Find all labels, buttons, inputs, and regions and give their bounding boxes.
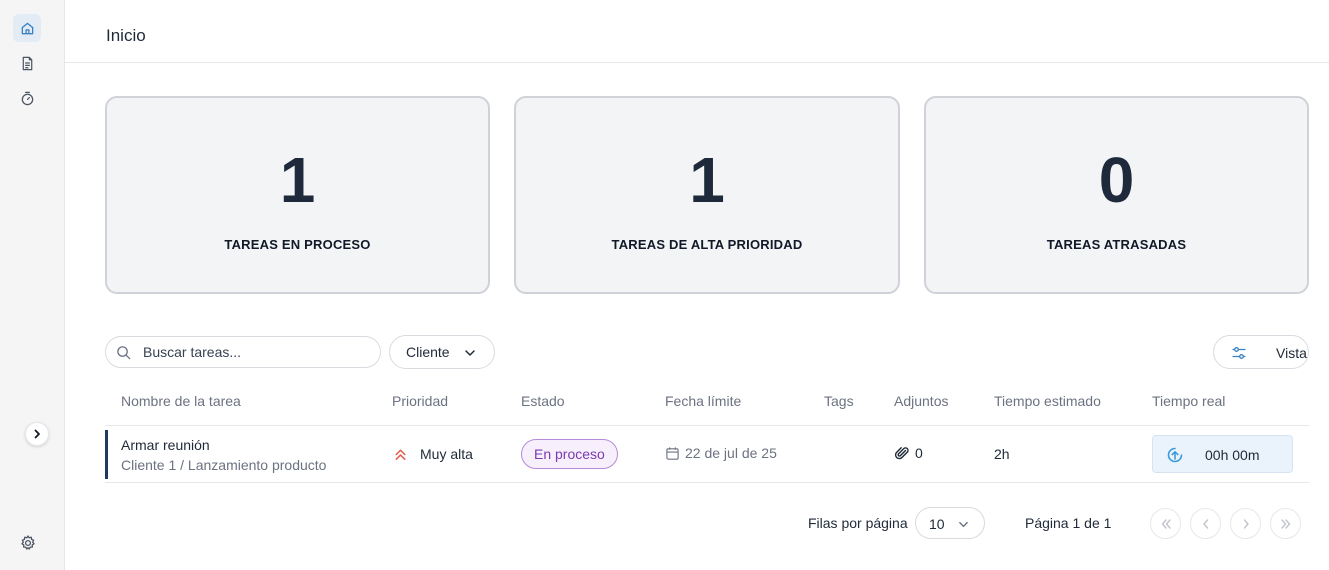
first-page-button[interactable] <box>1150 508 1181 539</box>
rows-per-page-select[interactable]: 10 <box>915 507 985 539</box>
chevron-down-icon <box>465 350 475 356</box>
real-time-value: 00h 00m <box>1205 447 1260 463</box>
column-header-priority[interactable]: Prioridad <box>392 393 448 409</box>
double-chevron-left-icon <box>1161 518 1171 529</box>
stopwatch-icon <box>21 91 33 105</box>
double-chevron-up-icon <box>395 449 406 460</box>
home-icon <box>21 22 33 34</box>
client-filter-dropdown[interactable]: Cliente <box>389 335 495 369</box>
gear-icon[interactable] <box>19 534 37 552</box>
stat-card-high-priority: 1 TAREAS DE ALTA PRIORIDAD <box>514 96 900 294</box>
priority-cell: Muy alta <box>393 446 473 462</box>
column-header-status[interactable]: Estado <box>521 393 565 409</box>
column-header-real-time[interactable]: Tiempo real <box>1152 393 1225 409</box>
stat-value: 1 <box>689 144 725 216</box>
stat-card-in-progress: 1 TAREAS EN PROCESO <box>105 96 490 294</box>
stat-label: TAREAS ATRASADAS <box>1046 237 1187 252</box>
last-page-button[interactable] <box>1270 508 1301 539</box>
rows-per-page-label: Filas por página <box>808 515 908 531</box>
sidebar-item-timer[interactable] <box>13 84 41 112</box>
row-accent-bar <box>105 430 108 479</box>
stat-label: TAREAS DE ALTA PRIORIDAD <box>611 237 803 252</box>
task-client-project: Cliente 1 / Lanzamiento producto <box>121 457 327 473</box>
column-header-estimated[interactable]: Tiempo estimado <box>994 393 1101 409</box>
next-page-button[interactable] <box>1230 508 1261 539</box>
attachments-count: 0 <box>915 445 923 461</box>
stat-card-overdue: 0 TAREAS ATRASADAS <box>924 96 1309 294</box>
view-options-button[interactable]: Vista <box>1213 335 1309 369</box>
task-name[interactable]: Armar reunión <box>121 437 210 453</box>
column-header-name[interactable]: Nombre de la tarea <box>121 393 241 409</box>
page-info: Página 1 de 1 <box>1025 515 1112 531</box>
due-date: 22 de jul de 25 <box>685 445 777 461</box>
column-header-attachments[interactable]: Adjuntos <box>894 393 948 409</box>
document-icon <box>22 56 32 70</box>
page-title: Inicio <box>106 26 146 45</box>
chevron-right-icon <box>34 429 40 439</box>
sidebar <box>0 0 65 570</box>
priority-label: Muy alta <box>420 446 473 462</box>
chevron-right-icon <box>1243 518 1249 529</box>
client-filter-label: Cliente <box>406 344 450 360</box>
stat-value: 1 <box>279 144 316 216</box>
search-input[interactable] <box>143 337 373 367</box>
rows-per-page-value: 10 <box>929 516 945 532</box>
chevron-left-icon <box>1202 518 1208 529</box>
stat-value: 0 <box>1098 144 1135 216</box>
estimated-time: 2h <box>994 446 1010 462</box>
real-time-timer[interactable]: 00h 00m <box>1152 435 1293 473</box>
paperclip-icon <box>894 447 909 460</box>
sidebar-item-documents[interactable] <box>13 49 41 77</box>
sidebar-item-home[interactable] <box>13 14 41 42</box>
previous-page-button[interactable] <box>1190 508 1221 539</box>
double-chevron-right-icon <box>1280 518 1290 529</box>
calendar-icon <box>666 446 679 460</box>
page-header: Inicio <box>65 0 1329 63</box>
column-header-tags[interactable]: Tags <box>824 393 854 409</box>
view-label: Vista <box>1276 345 1307 361</box>
table-row[interactable]: Armar reunión Cliente 1 / Lanzamiento pr… <box>105 426 1309 483</box>
sidebar-expand-button[interactable] <box>25 422 49 446</box>
search-icon <box>117 346 131 360</box>
column-header-due-date[interactable]: Fecha límite <box>665 393 741 409</box>
chevron-down-icon <box>959 521 968 528</box>
sliders-icon <box>1232 347 1246 359</box>
status-badge[interactable]: En proceso <box>521 439 618 469</box>
timer-upload-icon <box>1167 447 1183 463</box>
attachments-cell[interactable]: 0 <box>894 445 923 461</box>
due-date-cell: 22 de jul de 25 <box>665 445 777 461</box>
stat-label: TAREAS EN PROCESO <box>224 237 371 252</box>
search-box <box>105 336 381 368</box>
